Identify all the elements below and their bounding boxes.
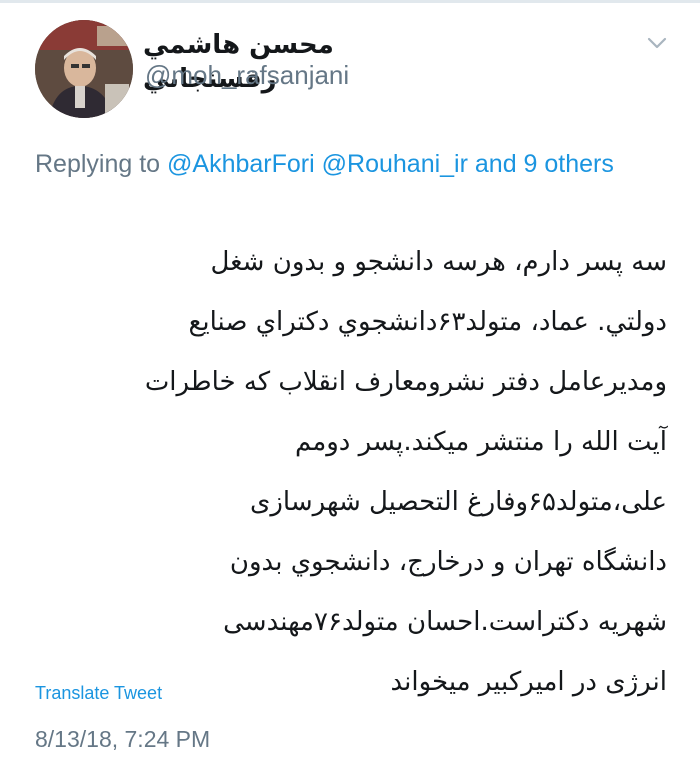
tweet-text: سه پسر دارم، هرسه دانشجو و بدون شغل دولت…: [30, 232, 667, 712]
tweet-line: دانشگاه تهران و درخارج، دانشجوي بدون: [229, 547, 667, 577]
replying-prefix: Replying to: [35, 150, 161, 178]
translate-tweet-link[interactable]: Translate Tweet: [35, 681, 162, 705]
tweet-line: سه پسر دارم، هرسه دانشجو و بدون شغل: [210, 247, 667, 277]
user-handle[interactable]: @moh_rafsanjani: [145, 60, 349, 90]
tweet-line: دولتي. عماد، متولد۶۳دانشجوي دكتراي صنايع: [188, 307, 667, 337]
tweet-line: علی،متولد۶۵وفارغ التحصيل شهرسازی: [250, 487, 667, 517]
tweet-line: شهريه دكتراست.احسان متولد۷۶مهندسی: [223, 607, 667, 637]
top-divider: [0, 0, 700, 3]
tweet-line: ومديرعامل دفتر نشرومعارف انقلاب كه خاطرا…: [144, 367, 667, 397]
chevron-down-icon[interactable]: [646, 35, 668, 51]
tweet-line: آيت الله را منتشر ميكند.پسر دومم: [295, 427, 667, 457]
mention-link[interactable]: @AkhbarFori: [167, 150, 315, 178]
replying-to: Replying to @AkhbarFori @Rouhani_ir and …: [35, 147, 635, 181]
mention-link[interactable]: @Rouhani_ir: [322, 150, 468, 178]
tweet-timestamp: 8/13/18, 7:24 PM: [35, 726, 211, 752]
avatar[interactable]: [35, 20, 133, 118]
others-link[interactable]: and 9 others: [475, 150, 614, 178]
